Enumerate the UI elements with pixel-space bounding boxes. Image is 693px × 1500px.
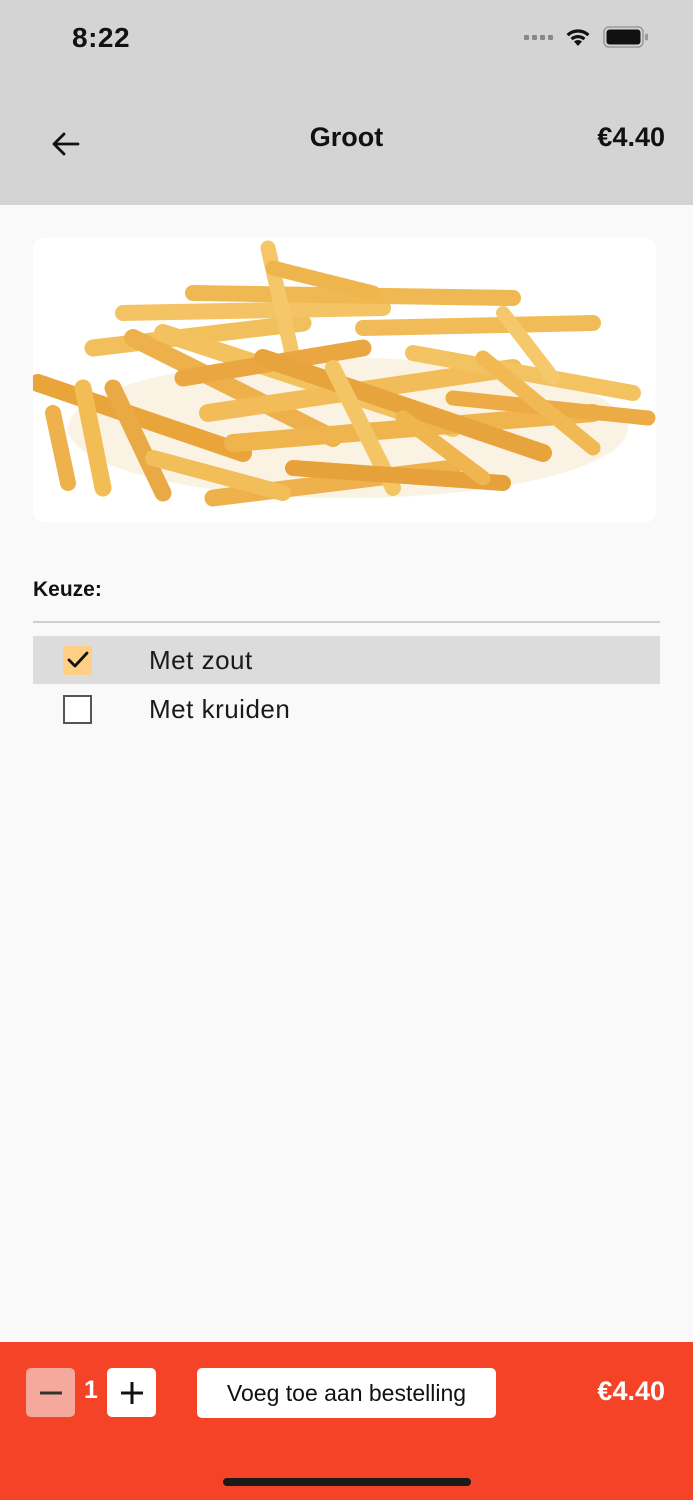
option-label: Met kruiden (149, 693, 291, 724)
bottom-bar: 1 Voeg toe aan bestelling €4.40 (0, 1342, 693, 1500)
fries-illustration (33, 240, 656, 507)
add-to-order-button[interactable]: Voeg toe aan bestelling (197, 1368, 496, 1418)
divider (33, 621, 660, 623)
option-label: Met zout (149, 644, 253, 675)
battery-icon (603, 26, 649, 48)
page-title: Groot (309, 122, 384, 152)
top-bar: 8:22 Groot €4.40 (0, 0, 693, 205)
checkbox-unchecked[interactable] (63, 694, 92, 724)
quantity-decrease-button[interactable] (26, 1368, 75, 1417)
status-time: 8:22 (72, 22, 131, 53)
quantity-value: 1 (84, 1376, 98, 1404)
options-heading: Keuze: (33, 578, 102, 601)
option-met-kruiden[interactable]: Met kruiden (33, 685, 660, 733)
back-button[interactable] (44, 122, 88, 166)
header-price: €4.40 (597, 122, 665, 152)
option-met-zout[interactable]: Met zout (33, 636, 660, 684)
checkbox-checked[interactable] (63, 645, 92, 675)
status-icons (524, 26, 649, 48)
plus-icon (120, 1381, 143, 1404)
cellular-signal-icon (524, 34, 553, 40)
home-indicator (223, 1478, 471, 1486)
minus-icon (39, 1391, 62, 1394)
total-price: €4.40 (597, 1376, 665, 1406)
checkmark-icon (67, 651, 88, 668)
quantity-increase-button[interactable] (107, 1368, 156, 1417)
wifi-icon (565, 27, 591, 47)
product-image (33, 238, 656, 522)
arrow-left-icon (52, 132, 80, 156)
